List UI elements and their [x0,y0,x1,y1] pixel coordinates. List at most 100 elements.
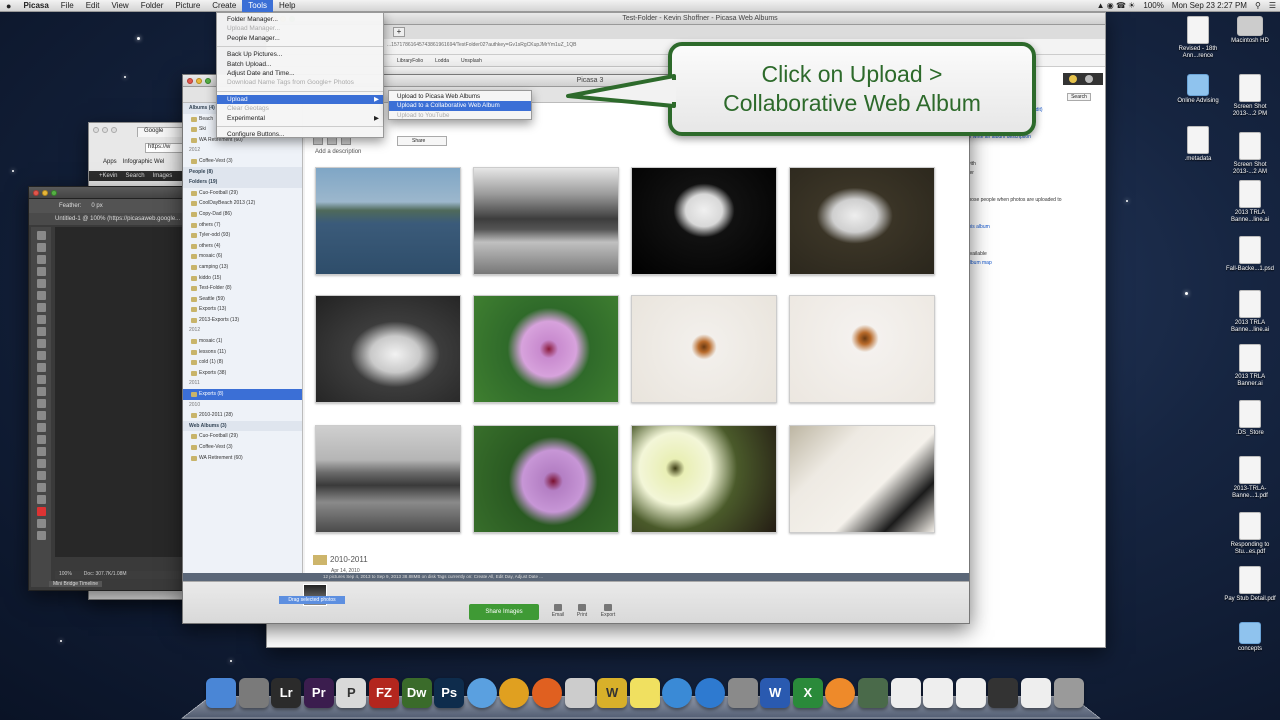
ps-tool-icon[interactable] [36,483,46,492]
upload-submenu-item[interactable]: Upload to Picasa Web Albums [389,92,531,101]
window-1-icon[interactable] [890,678,921,708]
desktop-icon[interactable]: Revised - 18th Ann...rence [1170,16,1226,60]
folder-tree-item[interactable]: Seattle (59) [183,294,302,305]
folder-tree-item[interactable]: kiddo (15) [183,273,302,284]
firefox-icon[interactable] [532,678,562,708]
folder-tree-item[interactable]: 2013-Exports (13) [183,315,302,326]
folder-tree-item[interactable]: lessons (11) [183,347,302,358]
folder-tree-item[interactable]: Cuo-Football (29) [183,188,302,199]
status-icons[interactable]: ▲ ◉ ☎ ☀ [1093,1,1140,10]
ps-tool-icon[interactable] [36,339,46,348]
ps-tool-icon[interactable] [36,315,46,324]
upload-submenu-item[interactable]: Upload to a Collaborative Web Album [389,101,531,111]
photo-thumbnail[interactable] [631,295,777,403]
close-icon[interactable] [187,77,193,84]
minimize-icon[interactable] [42,189,48,196]
bookmark-item[interactable]: Unsplash [461,58,482,64]
folder-tree-item[interactable]: WA Retirement (60) [183,453,302,464]
bookmark-item[interactable]: LibraryFolio [397,58,423,64]
filezilla-icon[interactable]: FZ [369,678,399,708]
ps-tool-icon[interactable] [36,351,46,360]
folder-tree-item[interactable]: CoolDayBeach 2013 (12) [183,198,302,209]
folder-tree-section[interactable]: Web Albums (3) [183,420,302,432]
ps-tool-icon[interactable] [36,231,46,240]
photo-thumbnail[interactable] [473,425,619,533]
photo-thumbnail[interactable] [473,295,619,403]
tools-menu-item[interactable]: Configure Buttons... [217,130,383,139]
ps-tool-icon[interactable] [36,327,46,336]
feather-value[interactable]: 0 px [91,203,102,209]
bookmark-item[interactable]: Apps [103,159,117,169]
window-5-icon[interactable] [1021,678,1051,708]
folder-tree-item[interactable]: Exports (38) [183,368,302,379]
folder-tree-item[interactable]: mosaic (6) [183,251,302,262]
tools-menu-item[interactable]: Experimental ▶ [217,114,383,123]
ps-tool-icon[interactable] [36,459,46,468]
desktop-icon[interactable]: Macintosh HD [1222,16,1278,45]
ps-tool-icon[interactable] [36,255,46,264]
dreamweaver-icon[interactable]: Dw [401,678,432,708]
account-icon[interactable] [1069,75,1077,83]
folder-tree-item[interactable]: Copy-Dad (86) [183,209,302,220]
ps-tool-icon[interactable] [36,447,46,456]
folder-tree-item[interactable]: Exports (13) [183,304,302,315]
word-icon[interactable]: W [760,678,791,708]
tools-menu-item[interactable]: Adjust Date and Time... [217,69,383,78]
zoom-level[interactable]: 100% [59,571,72,579]
ps-bottom-tabs[interactable]: Mini Bridge Timeline [49,581,103,587]
menu-view[interactable]: View [105,0,134,12]
ps-tool-icon[interactable] [36,375,46,384]
gbar-item[interactable]: +Kevin [99,173,118,179]
folder-tree-item[interactable]: others (4) [183,241,302,252]
ps-tool-icon[interactable] [36,303,46,312]
zoom-icon[interactable] [111,127,117,133]
settings-icon[interactable] [1085,75,1093,83]
photo-thumbnail[interactable] [631,167,777,275]
desktop-icon[interactable]: 2013 TRLA Banne...line.ai [1222,180,1278,224]
folder-tree-item[interactable]: cold (1) (8) [183,357,302,368]
ps-tool-icon[interactable] [36,519,46,528]
desktop-icon[interactable]: Screen Shot 2013-...2 PM [1222,74,1278,118]
tools-menu-item[interactable]: Folder Manager... [217,15,383,24]
folder-tree-item[interactable]: Tyler-odd (93) [183,230,302,241]
ps-tool-icon[interactable] [36,435,46,444]
tools-menu-item[interactable]: People Manager... [217,34,383,43]
ps-document-tab[interactable]: Untitled-1 @ 100% (https://picasaweb.goo… [29,213,187,225]
trash-icon[interactable] [1053,678,1084,708]
window-4-icon[interactable] [988,678,1019,708]
clock[interactable]: Mon Sep 23 2:27 PM [1168,1,1251,10]
premiere-icon[interactable]: Pr [303,678,334,708]
desktop-icon[interactable]: Pay Stub Detail.pdf [1222,566,1278,603]
ps-tool-icon[interactable] [36,291,46,300]
ps-tool-icon[interactable] [36,387,46,396]
tools-menu-item[interactable]: Batch Upload... [217,60,383,69]
bookmark-item[interactable]: Lodda [435,58,449,64]
window-2-icon[interactable] [923,678,954,708]
apple-menu-icon[interactable]: ● [0,1,17,11]
folder-tree-item[interactable]: Cuo-Football (29) [183,431,302,442]
battery-label[interactable]: 100% [1139,1,1167,10]
ps-canvas[interactable] [55,227,187,557]
photo-thumbnail[interactable] [789,425,935,533]
folder-tree-section[interactable]: People (8) [183,166,302,178]
desktop-icon[interactable]: .DS_Store [1222,400,1278,437]
ps-tool-icon[interactable] [36,399,46,408]
photo-thumbnail[interactable] [789,295,935,403]
menu-file[interactable]: File [55,0,80,12]
folder-tree-item[interactable]: others (7) [183,220,302,231]
menu-edit[interactable]: Edit [80,0,106,12]
photo-thumbnail[interactable] [315,295,461,403]
share-dropdown[interactable]: Share [397,136,447,146]
launchpad-icon[interactable] [238,678,269,708]
ps-tool-icon[interactable] [36,267,46,276]
ps-tool-icon[interactable] [36,495,46,504]
folder-tree-item[interactable]: Exports (8) [183,389,302,400]
folder-tree-item[interactable]: 2010-2011 (28) [183,410,302,421]
close-icon[interactable] [33,189,39,196]
desktop-icon[interactable]: Fall-Backe...1.psd [1222,236,1278,273]
export-button[interactable]: Export [597,604,619,618]
ps-tool-icon[interactable] [36,507,46,516]
gbar-item[interactable]: Search [126,173,145,179]
menu-picasa[interactable]: Picasa [17,0,54,12]
stickies-icon[interactable] [629,678,660,708]
